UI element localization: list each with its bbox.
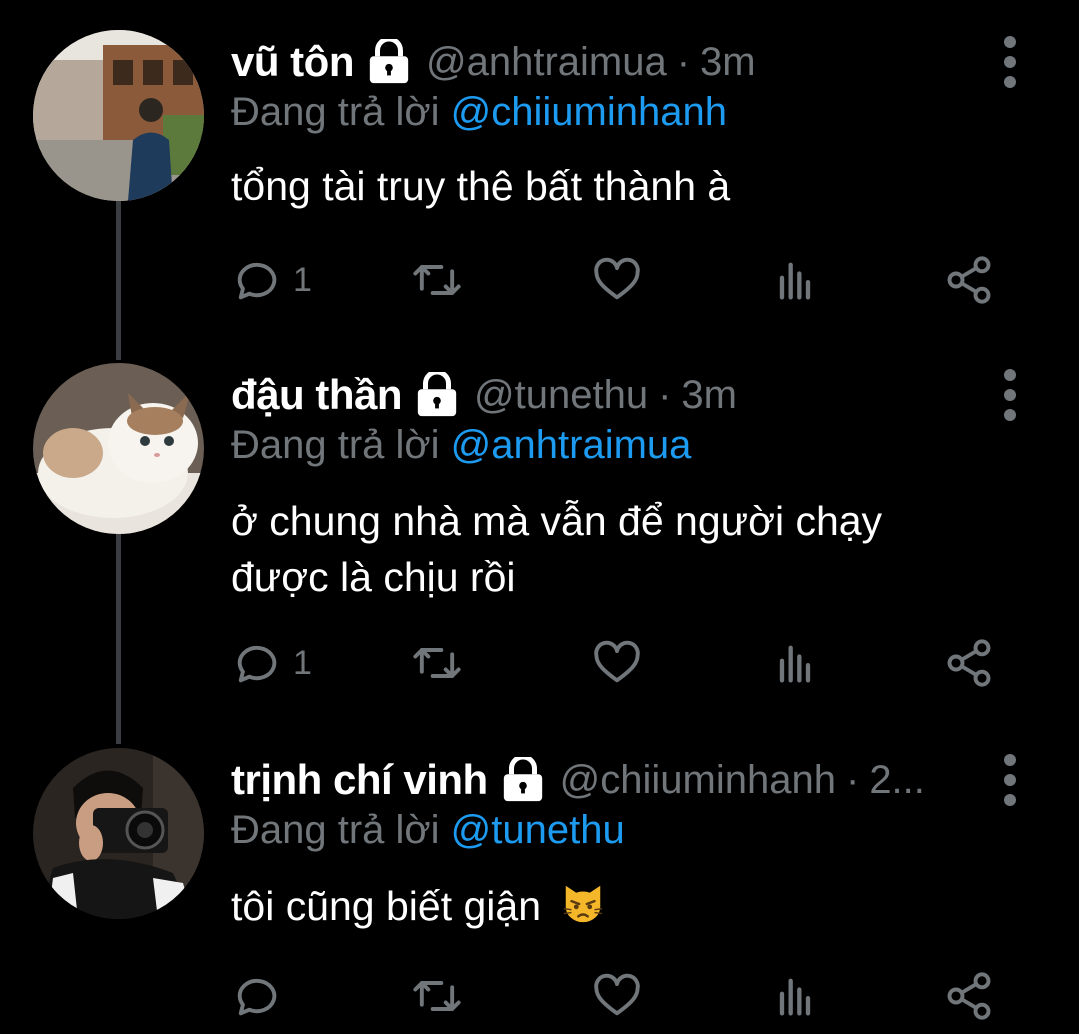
avatar-image (33, 748, 204, 919)
reply-prefix: Đang trả lời (231, 808, 440, 852)
reply-icon (237, 645, 277, 683)
avatar[interactable] (33, 748, 204, 919)
analytics-button[interactable] (769, 250, 821, 310)
more-vertical-icon[interactable] (995, 752, 1025, 808)
analytics-icon (779, 978, 811, 1016)
avatar-image (33, 363, 204, 534)
reply-icon (237, 262, 277, 300)
retweet-icon (413, 648, 461, 678)
timestamp[interactable]: 3m (700, 40, 756, 85)
reply-mention[interactable]: @anhtraimua (451, 423, 692, 467)
tweet-text-line: tôi cũng biết giận (231, 883, 542, 929)
analytics-icon (779, 262, 811, 300)
separator: · (676, 39, 691, 84)
retweet-button[interactable] (411, 633, 463, 693)
reply-context: Đang trả lời @anhtraimua (231, 423, 691, 468)
handle[interactable]: @anhtraimua (426, 40, 667, 85)
display-name[interactable]: đậu thần (231, 371, 403, 419)
heart-icon (594, 973, 640, 1016)
heart-icon (594, 257, 640, 300)
tweet-text: ở chung nhà mà vẫn để người chạy được là… (231, 493, 1011, 605)
lock-icon (417, 372, 457, 417)
tweet-text-line: tổng tài truy thê bất thành à (231, 163, 731, 209)
share-button[interactable] (943, 966, 995, 1026)
pouting-cat-emoji (564, 885, 603, 923)
reply-mention[interactable]: @tunethu (451, 808, 625, 852)
retweet-button[interactable] (411, 250, 463, 310)
tweet-header: đậu thần @tunethu · 3m (231, 363, 979, 427)
display-name[interactable]: trịnh chí vinh (231, 756, 488, 804)
action-bar: 1 (231, 250, 1011, 310)
share-icon (947, 256, 991, 304)
retweet-icon (413, 265, 461, 295)
tweet-text: tôi cũng biết giận (231, 878, 1011, 934)
analytics-button[interactable] (769, 966, 821, 1026)
retweet-icon (413, 981, 461, 1011)
tweet-text: tổng tài truy thê bất thành à (231, 158, 1011, 214)
reply-button[interactable]: 1 (231, 250, 312, 310)
action-bar (231, 966, 1011, 1026)
action-bar: 1 (231, 633, 1011, 693)
reply-button[interactable] (231, 966, 293, 1026)
tweet-text-line: được là chịu rồi (231, 554, 516, 600)
tweet[interactable]: trịnh chí vinh @chiiuminhanh · 2... Đang… (0, 748, 1079, 1034)
like-button[interactable] (591, 966, 643, 1026)
reply-count: 1 (293, 643, 312, 682)
separator: · (658, 372, 672, 417)
reply-prefix: Đang trả lời (231, 423, 440, 467)
tweet-header: trịnh chí vinh @chiiuminhanh · 2... (231, 748, 979, 812)
like-button[interactable] (591, 250, 643, 310)
share-icon (947, 972, 991, 1020)
separator: · (845, 757, 860, 802)
reply-context: Đang trả lời @chiiuminhanh (231, 90, 727, 135)
reply-prefix: Đang trả lời (231, 90, 440, 134)
avatar[interactable] (33, 363, 204, 534)
like-button[interactable] (591, 633, 643, 693)
reply-context: Đang trả lời @tunethu (231, 808, 625, 853)
analytics-icon (779, 645, 811, 683)
more-vertical-icon[interactable] (995, 367, 1025, 423)
share-icon (947, 639, 991, 687)
lock-icon (369, 39, 409, 84)
avatar[interactable] (33, 30, 204, 201)
tweet-header: vũ tôn @anhtraimua · 3m (231, 30, 979, 94)
reply-mention[interactable]: @chiiuminhanh (451, 90, 727, 134)
timestamp[interactable]: 3m (681, 373, 737, 418)
heart-icon (594, 640, 640, 683)
share-button[interactable] (943, 250, 995, 310)
reply-count: 1 (293, 260, 312, 299)
share-button[interactable] (943, 633, 995, 693)
tweet[interactable]: vũ tôn @anhtraimua · 3m Đang trả lời @ch… (0, 30, 1079, 330)
lock-icon (503, 757, 542, 802)
avatar-image (33, 30, 204, 201)
handle[interactable]: @tunethu (474, 373, 648, 418)
timestamp[interactable]: 2... (869, 758, 925, 803)
retweet-button[interactable] (411, 966, 463, 1026)
more-vertical-icon[interactable] (995, 34, 1025, 90)
tweet-text-line: ở chung nhà mà vẫn để người chạy (231, 498, 883, 544)
handle[interactable]: @chiiuminhanh (560, 758, 836, 803)
tweet[interactable]: đậu thần @tunethu · 3m Đang trả lời @anh… (0, 363, 1079, 703)
display-name[interactable]: vũ tôn (231, 38, 354, 86)
reply-button[interactable]: 1 (231, 633, 312, 693)
analytics-button[interactable] (769, 633, 821, 693)
reply-icon (237, 978, 277, 1016)
